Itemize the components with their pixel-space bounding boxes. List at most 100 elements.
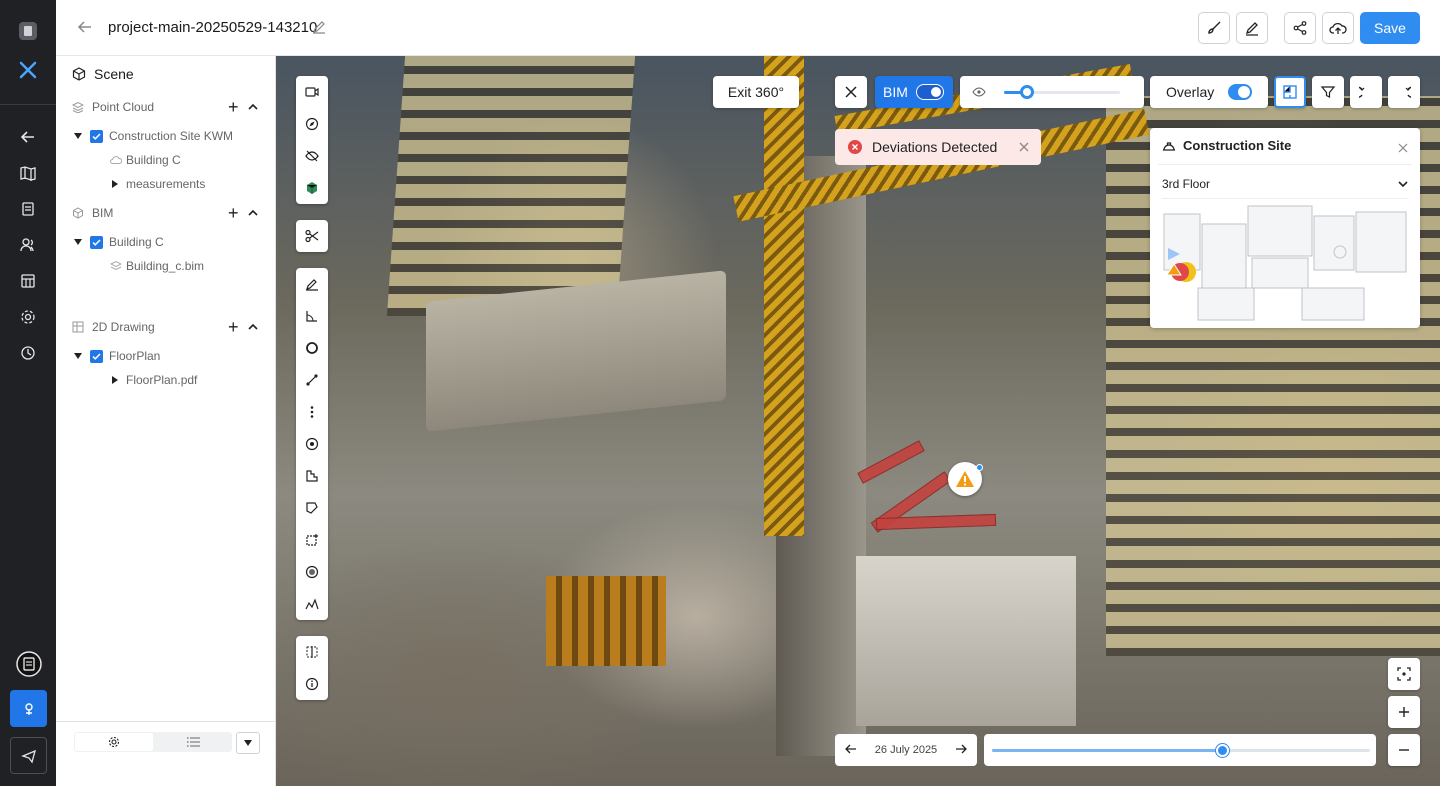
zoom-in-button[interactable]	[1388, 696, 1420, 728]
expand-icon[interactable]	[74, 353, 82, 359]
angle-tool[interactable]	[296, 300, 328, 332]
chevron-up-icon[interactable]	[248, 206, 258, 220]
floorplan-minimap[interactable]	[1162, 204, 1408, 322]
floor-select[interactable]: 3rd Floor	[1162, 172, 1408, 196]
add-icon[interactable]: +	[228, 97, 239, 118]
polygon-tool[interactable]	[296, 492, 328, 524]
list-view-tab[interactable]	[154, 733, 232, 751]
next-date-icon[interactable]	[955, 744, 967, 757]
floor-select-value: 3rd Floor	[1162, 177, 1211, 191]
tree-item-construction-site[interactable]: Construction Site KWM	[74, 126, 233, 146]
camera-tool[interactable]	[296, 76, 328, 108]
tree-item-floorplan[interactable]: FloorPlan	[74, 346, 160, 366]
tree-label: Building C	[126, 153, 181, 167]
volume-tool[interactable]	[296, 524, 328, 556]
timeline-track	[992, 744, 1370, 757]
back-arrow-icon[interactable]	[14, 123, 42, 151]
opacity-slider[interactable]	[1004, 84, 1120, 99]
group-bim[interactable]: BIM +	[72, 203, 262, 223]
history-icon[interactable]	[14, 339, 42, 367]
scissors-tool[interactable]	[296, 220, 328, 252]
chevron-up-icon[interactable]	[248, 100, 258, 114]
fit-view-button[interactable]	[1388, 658, 1420, 690]
timeline-knob[interactable]	[1215, 744, 1229, 757]
markup-tool[interactable]	[296, 268, 328, 300]
close-icon[interactable]	[1398, 141, 1408, 156]
eye-icon[interactable]	[972, 87, 986, 97]
close-icon	[845, 86, 857, 98]
exit-360-button[interactable]: Exit 360°	[713, 76, 799, 108]
pin-button[interactable]	[10, 690, 47, 727]
checkbox-checked[interactable]	[90, 349, 103, 363]
filter-icon	[1321, 86, 1335, 98]
group-point-cloud[interactable]: Point Cloud +	[72, 97, 262, 117]
area-tool[interactable]	[296, 460, 328, 492]
bim-toggle[interactable]	[915, 84, 944, 100]
prev-date-icon[interactable]	[845, 744, 857, 757]
board-icon[interactable]	[14, 267, 42, 295]
info-tool[interactable]	[296, 668, 328, 700]
markup-button[interactable]	[1236, 12, 1268, 44]
height-tool[interactable]	[296, 396, 328, 428]
checkbox-checked[interactable]	[90, 129, 103, 143]
send-button[interactable]	[10, 737, 47, 774]
tree-item-building-c-cloud[interactable]: Building C	[110, 150, 181, 170]
section-tool[interactable]	[296, 636, 328, 668]
document-icon[interactable]	[14, 195, 42, 223]
edit-title-icon[interactable]	[312, 20, 326, 37]
floorplan-view-button[interactable]	[1274, 76, 1306, 108]
opacity-slider-knob[interactable]	[1020, 84, 1034, 99]
expand-icon[interactable]	[74, 133, 82, 139]
deviation-marker[interactable]	[948, 462, 983, 496]
map-icon[interactable]	[14, 159, 42, 187]
close-button[interactable]	[835, 76, 867, 108]
3d-viewport[interactable]: Exit 360° BIM Overlay Deviations Detecte…	[276, 56, 1440, 786]
bim-toggle-control[interactable]: BIM	[875, 76, 953, 108]
save-button[interactable]: Save	[1360, 12, 1420, 44]
filter-button[interactable]	[1312, 76, 1344, 108]
collapse-icon[interactable]	[112, 376, 118, 384]
compass-tool[interactable]	[296, 108, 328, 140]
tree-item-floorplan-pdf[interactable]: FloorPlan.pdf	[112, 370, 197, 390]
notes-icon[interactable]	[10, 645, 47, 682]
sphere-tool[interactable]	[296, 556, 328, 588]
grid-icon	[72, 321, 84, 333]
checkbox-checked[interactable]	[90, 235, 103, 249]
timeline-slider[interactable]	[984, 734, 1376, 766]
hide-tool[interactable]	[296, 140, 328, 172]
tree-item-bim-file[interactable]: Building_c.bim	[110, 256, 204, 276]
users-icon[interactable]	[14, 231, 42, 259]
list-icon	[186, 737, 200, 747]
panel-toggle-icon[interactable]	[14, 17, 42, 45]
collapse-icon[interactable]	[112, 180, 118, 188]
overlay-toggle-control[interactable]: Overlay	[1150, 76, 1268, 108]
overlay-toggle[interactable]	[1228, 84, 1252, 100]
add-icon[interactable]: +	[228, 203, 239, 224]
settings-view-tab[interactable]	[75, 733, 153, 751]
model-tool[interactable]	[296, 172, 328, 204]
redo-button[interactable]	[1388, 76, 1420, 108]
zoom-out-button[interactable]	[1388, 734, 1420, 766]
tree-item-building-c[interactable]: Building C	[74, 232, 164, 252]
circle-tool[interactable]	[296, 332, 328, 364]
angle-icon	[306, 311, 317, 322]
add-icon[interactable]: +	[228, 317, 239, 338]
target-icon	[305, 437, 319, 451]
profile-tool[interactable]	[296, 588, 328, 620]
gear-icon[interactable]	[14, 303, 42, 331]
brush-button[interactable]	[1198, 12, 1230, 44]
undo-button[interactable]	[1350, 76, 1382, 108]
distance-tool[interactable]	[296, 364, 328, 396]
chevron-up-icon[interactable]	[248, 320, 258, 334]
app-logo-icon	[14, 56, 42, 84]
more-dropdown-button[interactable]	[236, 732, 260, 754]
back-arrow-icon[interactable]	[76, 18, 96, 38]
upload-button[interactable]	[1322, 12, 1354, 44]
share-button[interactable]	[1284, 12, 1316, 44]
expand-icon[interactable]	[74, 239, 82, 245]
polygon-icon	[306, 502, 318, 514]
group-2d-drawing[interactable]: 2D Drawing +	[72, 317, 262, 337]
tree-item-measurements[interactable]: measurements	[112, 174, 205, 194]
close-icon[interactable]	[1019, 140, 1029, 155]
point-tool[interactable]	[296, 428, 328, 460]
